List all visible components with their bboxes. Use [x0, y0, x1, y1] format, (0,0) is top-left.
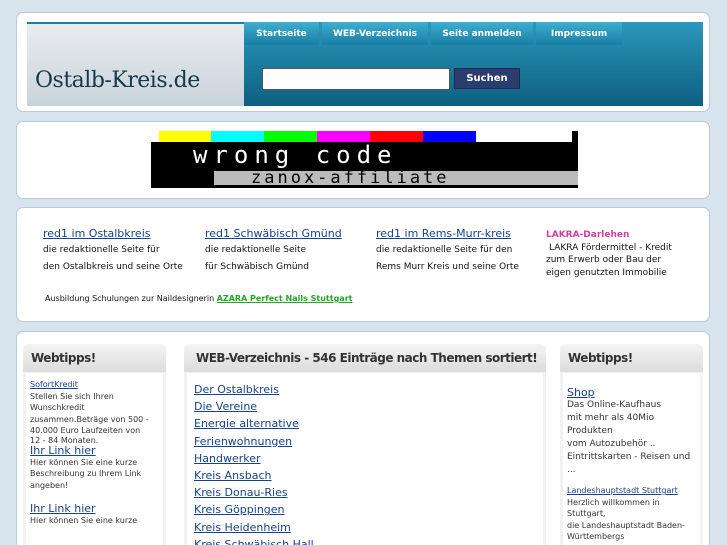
- dir-item[interactable]: Kreis Göppingen: [194, 501, 543, 518]
- tip-link-ihr-link[interactable]: Ihr Link hier: [30, 503, 163, 515]
- tip-link-shop[interactable]: Shop: [567, 386, 700, 399]
- ad-banner[interactable]: wrong code zanox-affiliate: [151, 131, 578, 188]
- banner-sub: zanox-affiliate: [151, 168, 578, 188]
- link-azara[interactable]: AZARA Perfect Nails Stuttgart: [217, 294, 353, 303]
- tip-desc: Hier können Sie eine kurze: [30, 457, 138, 467]
- search-input[interactable]: [262, 68, 450, 90]
- link-lakra-darlehen[interactable]: LAKRA-Darlehen: [546, 229, 672, 242]
- content-box: Webtipps! SofortKredit Stellen Sie sich …: [16, 331, 710, 545]
- tip-item: SofortKredit Stellen Sie sich Ihren Wuns…: [30, 379, 163, 446]
- ausbildung-text: Ausbildung Schulungen zur Naildesignerin: [45, 294, 215, 303]
- search-button[interactable]: Suchen: [454, 68, 520, 89]
- tip-desc: Stuttgart,: [567, 509, 606, 518]
- dir-item[interactable]: Der Ostalbkreis: [194, 381, 543, 398]
- tip-desc: die Landeshauptstadt Baden-: [567, 520, 685, 530]
- tab-web-verzeichnis[interactable]: WEB-Verzeichnis: [322, 22, 428, 45]
- link-col-ostalbkreis: red1 im Ostalbkreis die redaktionelle Se…: [43, 225, 183, 276]
- tip-desc: Eintrittskarten - Reisen und ...: [567, 452, 691, 475]
- site-logo[interactable]: Ostalb-Kreis.de: [35, 68, 200, 93]
- tip-item: Ihr Link hier Hier können Sie eine kurze…: [30, 445, 163, 491]
- banner-strip-blue: [423, 131, 476, 142]
- left-webtipps-title: Webtipps!: [23, 344, 166, 372]
- tip-desc: vom Autozubehör ..: [567, 439, 656, 449]
- left-webtipps-body: SofortKredit Stellen Sie sich Ihren Wuns…: [26, 373, 163, 545]
- logo-area: Ostalb-Kreis.de: [27, 22, 244, 106]
- banner-main-text: wrong code: [193, 141, 398, 169]
- dir-item[interactable]: Handwerker: [194, 450, 543, 467]
- tip-item: Ihr Link hier Hier können Sie eine kurze: [30, 503, 163, 526]
- right-webtipps-title: Webtipps!: [560, 344, 703, 372]
- tip-desc: zusammen.Beträge von 500 -: [30, 414, 149, 424]
- link-col-gmuend: red1 Schwäbisch Gmünd die redaktionelle …: [205, 225, 342, 276]
- dir-item[interactable]: Kreis Schwäbisch Hall: [194, 536, 543, 545]
- tab-startseite[interactable]: Startseite: [244, 22, 319, 45]
- link-desc: die redaktionelle Seite für: [43, 245, 160, 255]
- banner-main: wrong code: [151, 142, 578, 168]
- link-desc: für Schwäbisch Gmünd: [205, 262, 309, 272]
- nav-tabs: Startseite WEB-Verzeichnis Seite anmelde…: [244, 22, 622, 45]
- links-box: red1 im Ostalbkreis die redaktionelle Se…: [16, 207, 710, 322]
- web-verzeichnis: WEB-Verzeichnis - 546 Einträge nach Them…: [184, 344, 546, 545]
- link-desc: die redaktionelle Seite für den: [376, 245, 513, 255]
- link-desc: die redaktionelle Seite: [205, 245, 307, 255]
- web-verzeichnis-title: WEB-Verzeichnis - 546 Einträge nach Them…: [184, 344, 546, 372]
- tip-desc: Wunschkredit: [30, 403, 85, 412]
- tip-desc: Das Online-Kaufhaus: [567, 400, 662, 410]
- banner-right-bar: [572, 131, 578, 168]
- link-col-rems-murr: red1 im Rems-Murr-kreis die redaktionell…: [376, 225, 519, 276]
- banner-sub-text: zanox-affiliate: [251, 168, 450, 188]
- tip-desc: Beschreibung zu Ihrem Link: [30, 469, 142, 478]
- tab-impressum[interactable]: Impressum: [536, 22, 622, 45]
- right-webtipps-body: Shop Das Online-Kaufhaus mit mehr als 40…: [563, 373, 700, 545]
- tip-desc: Württembergs: [567, 532, 625, 541]
- link-desc: zum Erwerb oder Bau der: [546, 255, 662, 265]
- tip-desc: Stellen Sie sich Ihren: [30, 391, 114, 401]
- header: Ostalb-Kreis.de Startseite WEB-Verzeichn…: [16, 12, 710, 112]
- directory-list: Der Ostalbkreis Die Vereine Energie alte…: [187, 373, 543, 545]
- tip-link-ihr-link[interactable]: Ihr Link hier: [30, 445, 163, 457]
- tab-seite-anmelden[interactable]: Seite anmelden: [431, 22, 533, 45]
- tip-link-sofortkredit[interactable]: SofortKredit: [30, 379, 163, 391]
- banner-box: wrong code zanox-affiliate: [16, 121, 710, 199]
- dir-item[interactable]: Kreis Heidenheim: [194, 519, 543, 536]
- right-webtipps: Webtipps! Shop Das Online-Kaufhaus mit m…: [560, 344, 703, 545]
- link-red1-ostalbkreis[interactable]: red1 im Ostalbkreis: [43, 225, 183, 242]
- dir-item[interactable]: Die Vereine: [194, 398, 543, 415]
- link-desc: Rems Murr Kreis und seine Orte: [376, 262, 519, 272]
- tip-item: Landeshauptstadt Stuttgart Herzlich will…: [567, 485, 700, 543]
- link-desc: den Ostalbkreis und seine Orte: [43, 262, 183, 272]
- dir-item[interactable]: Ferienwohnungen: [194, 433, 543, 450]
- ausbildung-line: Ausbildung Schulungen zur Naildesignerin…: [45, 294, 352, 303]
- link-col-lakra: LAKRA-Darlehen LAKRA Fördermittel - Kred…: [546, 229, 672, 279]
- link-red1-rems-murr[interactable]: red1 im Rems-Murr-kreis: [376, 225, 519, 242]
- link-desc: eigen genutzten Immobilie: [546, 267, 667, 278]
- tip-item: Shop Das Online-Kaufhaus mit mehr als 40…: [567, 386, 700, 477]
- tip-desc: mit mehr als 40Mio Produkten: [567, 413, 655, 436]
- tip-desc: Hier können Sie eine kurze: [30, 515, 138, 525]
- dir-item[interactable]: Kreis Ansbach: [194, 467, 543, 484]
- dir-item[interactable]: Kreis Donau-Ries: [194, 484, 543, 501]
- dir-item[interactable]: Energie alternative: [194, 415, 543, 432]
- link-desc: LAKRA Fördermittel - Kredit: [549, 242, 672, 253]
- tip-desc: angeben!: [30, 480, 69, 490]
- left-webtipps: Webtipps! SofortKredit Stellen Sie sich …: [23, 344, 166, 545]
- nav-area: Startseite WEB-Verzeichnis Seite anmelde…: [244, 22, 703, 106]
- tip-link-stuttgart[interactable]: Landeshauptstadt Stuttgart: [567, 485, 700, 497]
- link-red1-gmuend[interactable]: red1 Schwäbisch Gmünd: [205, 225, 342, 242]
- tip-desc: Herzlich willkommen in: [567, 497, 660, 507]
